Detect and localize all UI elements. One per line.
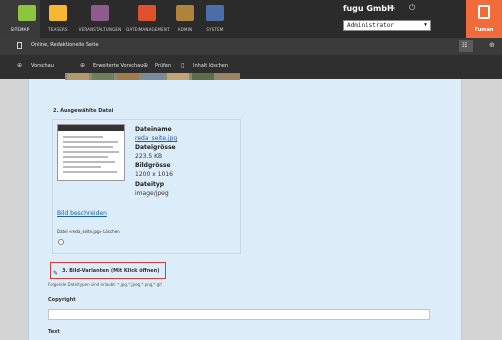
thumbnail[interactable] — [217, 73, 239, 80]
thumbnail[interactable] — [167, 73, 189, 80]
admin-folder-icon — [176, 5, 194, 21]
left-gutter — [0, 79, 28, 340]
filename-label: Dateiname — [135, 126, 172, 133]
extended-preview-button[interactable]: Erweiterte Vorschau — [93, 63, 143, 69]
globe-icon[interactable]: ⊕ — [489, 41, 495, 49]
grid-icon: ☷ — [462, 42, 468, 49]
thumbnail[interactable] — [67, 73, 89, 80]
nav-dateimanagement[interactable]: DATEIMANAGEMENT — [126, 0, 170, 38]
nav-veranstaltungen[interactable]: VERANSTALTUNGEN — [75, 0, 125, 38]
copyright-label: Copyright — [48, 297, 76, 303]
describe-image-link[interactable]: Bild beschreiden — [57, 210, 107, 217]
nav-system[interactable]: SYSTEM — [200, 0, 230, 38]
logo-text: Fuman — [474, 27, 494, 33]
thumbnail[interactable] — [142, 73, 164, 80]
power-icon[interactable]: ⏻ — [409, 3, 415, 13]
text-label: Text — [48, 329, 60, 335]
system-gear-icon — [206, 5, 224, 21]
preview-line — [63, 146, 113, 148]
trash-icon: ▯ — [181, 62, 185, 69]
filesize-value: 223.5 KB — [135, 153, 163, 160]
preview-icon: ⊕ — [17, 62, 23, 69]
imagesize-value: 1200 x 1016 — [135, 171, 173, 178]
nav-teasers[interactable]: TEASERS — [43, 0, 73, 38]
filesize-label: Dateigrösse — [135, 144, 176, 151]
page-title: Online, Redaktionelle Seite — [31, 42, 99, 48]
role-select-value: Administrator — [347, 22, 394, 29]
thumbnail[interactable] — [92, 73, 114, 80]
preview-line — [63, 166, 101, 168]
nav-admin[interactable]: ADMIN — [170, 0, 200, 38]
grid-view-button[interactable]: ☷ — [459, 40, 473, 52]
nav-sitemap[interactable]: SITEMAP — [0, 0, 40, 38]
pencil-icon[interactable]: ✎ — [390, 4, 396, 12]
chevron-down-icon: ▼ — [423, 22, 427, 28]
allowed-filetypes-note: Folgende Dateitypen sind erlaubt: *.jpg,… — [48, 282, 162, 287]
preview-button[interactable]: Vorschau — [31, 63, 54, 69]
preview-line — [63, 156, 108, 158]
delete-content-button[interactable]: Inhalt löschen — [193, 63, 228, 69]
section-title: 2. Ausgewählte Datei — [53, 108, 114, 114]
sitemap-icon — [18, 5, 36, 21]
nav-label: SYSTEM — [206, 27, 224, 32]
check-button[interactable]: Prüfen — [155, 63, 171, 69]
page-icon — [17, 42, 22, 49]
filetype-label: Dateityp — [135, 181, 165, 188]
role-select[interactable]: Administrator ▼ — [343, 20, 431, 31]
logo-mark-icon — [478, 5, 490, 19]
pencil-icon: ✎ — [53, 270, 59, 277]
right-gutter — [462, 79, 502, 340]
logo[interactable]: Fuman — [466, 0, 502, 38]
teaser-icon — [49, 5, 67, 21]
image-variants-title[interactable]: 3. Bild-Varianten (Mit Klick öffnen) — [62, 268, 160, 274]
company-name: fugu GmbH — [343, 4, 394, 13]
copyright-input[interactable] — [48, 309, 430, 320]
preview-line — [63, 171, 117, 173]
thumbnail[interactable] — [117, 73, 139, 80]
file-preview-image[interactable] — [57, 124, 125, 181]
preview-line — [63, 161, 115, 163]
extended-preview-icon: ⊕ — [80, 62, 86, 69]
preview-header — [58, 125, 124, 131]
events-icon — [91, 5, 109, 21]
check-icon: ⊕ — [143, 62, 149, 69]
delete-file-checkbox[interactable] — [58, 239, 64, 245]
preview-line — [63, 141, 118, 143]
filetype-value: image/jpeg — [135, 190, 169, 197]
filename-value[interactable]: reda_seite.jpg — [135, 135, 177, 142]
filename-link[interactable]: reda_seite.jpg — [135, 135, 177, 142]
delete-file-label: Datei «reda_seite.jpg» Löschen — [57, 229, 120, 234]
preview-line — [63, 151, 119, 153]
imagesize-label: Bildgrösse — [135, 162, 171, 169]
image-thumbnail-strip[interactable] — [65, 73, 240, 80]
file-management-icon — [138, 5, 156, 21]
preview-line — [63, 136, 103, 138]
thumbnail[interactable] — [192, 73, 214, 80]
